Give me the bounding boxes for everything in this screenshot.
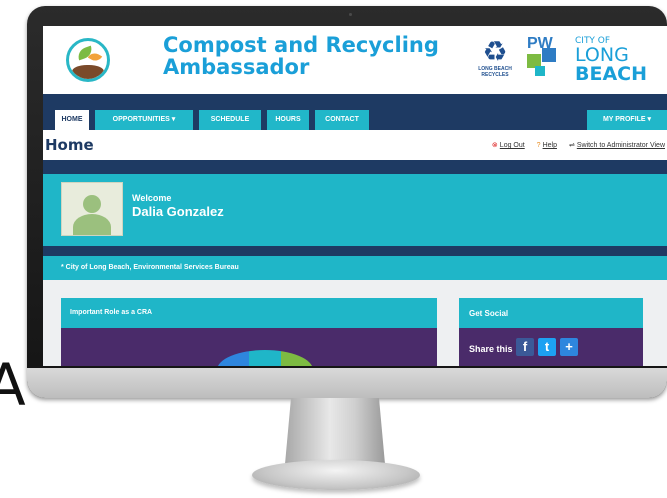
more-share-icon[interactable]: + [560,338,578,356]
logout-icon: ⊗ [491,142,498,149]
compost-logo-icon[interactable] [66,38,110,82]
nav-hours[interactable]: HOURS [267,110,309,130]
monitor-chin [27,368,667,398]
avatar[interactable] [61,182,123,236]
monitor-stand-neck [285,398,385,464]
separator-band-2 [43,246,667,256]
stray-letter-a: A [0,351,26,419]
cra-panel: Important Role as a CRA [61,298,437,366]
nav-home[interactable]: HOME [55,110,89,130]
main-navbar: HOME OPPORTUNITIES ▾ SCHEDULE HOURS CONT… [43,94,667,130]
facebook-share-icon[interactable]: f [516,338,534,356]
welcome-banner: Welcome Dalia Gonzalez [43,174,667,246]
site-title-line2: Ambassador [163,55,310,79]
cra-panel-title: Important Role as a CRA [70,309,153,316]
social-panel-title: Get Social [469,309,509,318]
nav-my-profile[interactable]: MY PROFILE ▾ [587,110,667,130]
header-links: ⊗ Log Out ? Help ⇌ Switch to Administrator … [492,141,665,149]
bureau-banner: * City of Long Beach, Environmental Serv… [43,256,667,280]
page-title: Home [45,136,94,154]
site-title-line1: Compost and Recycling [163,33,439,57]
site-header: Compost and Recycling Ambassador ♻ LONG … [43,26,667,90]
avatar-head-icon [83,195,101,213]
city-of-long-beach-logo[interactable]: CITY OF LONG BEACH [575,36,661,84]
cra-graphic [217,350,313,366]
pw-block-teal [535,66,545,76]
help-icon: ? [536,142,541,149]
arc-segment-green [281,350,313,366]
avatar-body-icon [73,214,111,235]
help-link[interactable]: Help [543,142,557,149]
cra-panel-header: Important Role as a CRA [61,298,437,328]
nav-schedule[interactable]: SCHEDULE [199,110,261,130]
screen: Compost and Recycling Ambassador ♻ LONG … [43,26,667,366]
title-bar: Home ⊗ Log Out ? Help ⇌ Switch to Administr… [43,130,667,161]
user-name: Dalia Gonzalez [132,204,224,219]
separator-band [43,160,667,174]
arc-segment-blue [217,350,249,366]
recycle-caption: LONG BEACH RECYCLES [478,66,512,78]
social-panel-header: Get Social [459,298,643,328]
nav-contact[interactable]: CONTACT [315,110,369,130]
recycle-icon: ♻ [482,36,508,67]
arc-segment-teal [249,350,281,366]
nav-opportunities[interactable]: OPPORTUNITIES ▾ [95,110,193,130]
webcam [349,13,352,16]
public-works-logo[interactable]: PW [527,36,567,82]
logout-link[interactable]: Log Out [500,142,525,149]
long-beach-recycles-logo[interactable]: ♻ LONG BEACH RECYCLES [474,38,516,84]
switch-icon: ⇌ [568,142,575,149]
share-label: Share this [469,344,513,354]
bureau-text: * City of Long Beach, Environmental Serv… [61,264,239,271]
logo-soil [72,65,104,79]
switch-admin-link[interactable]: Switch to Administrator View [577,142,665,149]
city-logo-line3: BEACH [575,63,648,85]
monitor-stand-base [252,460,420,490]
welcome-label: Welcome [132,193,172,203]
social-panel: Get Social Share this f t + [459,298,643,366]
twitter-share-icon[interactable]: t [538,338,556,356]
pw-block-blue [542,48,556,62]
site-title[interactable]: Compost and Recycling Ambassador [163,34,453,78]
